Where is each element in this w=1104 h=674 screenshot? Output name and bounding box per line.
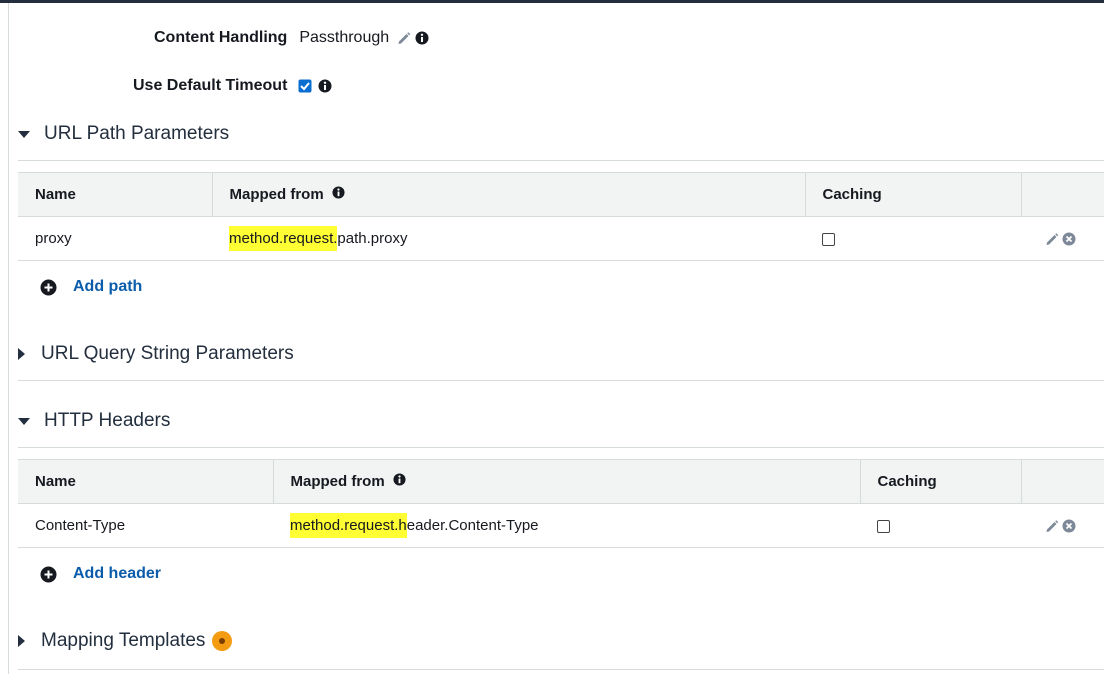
add-path-label: Add path (73, 278, 143, 295)
header-mapped-from: method.request.header.Content-Type (273, 503, 860, 548)
default-timeout-row: Use Default Timeout (133, 77, 332, 95)
content-handling-value: Passthrough (299, 29, 390, 46)
url-path-params-table: Name Mapped from Caching proxy method.re… (18, 172, 1104, 261)
highlighted-text: method.request.h (290, 513, 407, 538)
default-timeout-checkbox[interactable] (298, 79, 312, 93)
remove-icon[interactable] (1059, 230, 1076, 247)
column-header-name: Name (18, 172, 212, 217)
table-header-row: Name Mapped from Caching (18, 172, 1104, 217)
http-headers-table: Name Mapped from Caching Content-Type me… (18, 459, 1104, 548)
top-bar (0, 0, 1104, 3)
caret-down-icon (18, 417, 30, 425)
column-header-caching: Caching (859, 459, 1021, 504)
mapping-templates-title: Mapping Templates (41, 630, 206, 651)
caret-down-icon (18, 130, 30, 138)
http-headers-title: HTTP Headers (44, 410, 171, 431)
add-header-button[interactable]: Add header (40, 565, 161, 583)
caching-checkbox[interactable] (822, 232, 835, 246)
column-header-caching: Caching (804, 172, 1021, 217)
caret-right-icon (18, 348, 25, 360)
url-query-params-header[interactable]: URL Query String Parameters (18, 343, 294, 365)
plus-circle-icon (40, 566, 57, 582)
param-name: proxy (18, 216, 212, 261)
url-path-params-title: URL Path Parameters (44, 123, 230, 144)
table-header-row: Name Mapped from Caching (18, 459, 1104, 504)
info-icon[interactable] (318, 79, 332, 93)
info-icon[interactable] (415, 31, 429, 45)
add-header-label: Add header (73, 565, 162, 582)
edit-pencil-icon[interactable] (1042, 230, 1059, 247)
column-header-actions (1020, 172, 1104, 217)
url-query-params-title: URL Query String Parameters (41, 343, 294, 364)
left-border (8, 3, 9, 674)
section-divider (18, 669, 1104, 670)
section-divider (18, 447, 1104, 448)
info-icon[interactable] (332, 186, 345, 203)
row-actions (1021, 216, 1104, 261)
plus-circle-icon (40, 279, 57, 295)
column-header-name: Name (18, 459, 273, 504)
caret-right-icon (18, 635, 25, 647)
mapping-templates-header[interactable]: Mapping Templates (18, 630, 233, 652)
column-header-mapped-from-label: Mapped from (290, 472, 385, 490)
table-row: Content-Type method.request.header.Conte… (18, 503, 1104, 548)
column-header-mapped-from-label: Mapped from (229, 185, 324, 203)
info-icon[interactable] (393, 473, 406, 490)
caching-cell (805, 216, 1021, 261)
column-header-mapped-from: Mapped from (272, 459, 860, 504)
content-handling-label: Content Handling (154, 29, 288, 46)
pencil-icon[interactable] (397, 31, 411, 45)
highlighted-text: method.request. (229, 226, 338, 251)
status-badge-icon (212, 631, 233, 651)
add-path-button[interactable]: Add path (40, 278, 142, 296)
mapped-from-rest: eader.Content-Type (406, 517, 539, 534)
column-header-actions (1020, 459, 1104, 504)
table-row: proxy method.request.path.proxy (18, 216, 1104, 261)
edit-pencil-icon[interactable] (1042, 517, 1059, 534)
header-name: Content-Type (18, 503, 273, 548)
param-mapped-from: method.request.path.proxy (212, 216, 805, 261)
section-divider (18, 380, 1104, 381)
mapped-from-rest: path.proxy (337, 230, 408, 247)
caching-checkbox[interactable] (877, 519, 890, 533)
url-path-params-header[interactable]: URL Path Parameters (18, 123, 229, 145)
http-headers-header[interactable]: HTTP Headers (18, 410, 170, 432)
column-header-mapped-from: Mapped from (211, 172, 805, 217)
section-divider (18, 160, 1104, 161)
default-timeout-label: Use Default Timeout (133, 77, 288, 94)
row-actions (1021, 503, 1104, 548)
content-handling-row: Content Handling Passthrough (154, 29, 429, 47)
caching-cell (860, 503, 1021, 548)
remove-icon[interactable] (1059, 517, 1076, 534)
